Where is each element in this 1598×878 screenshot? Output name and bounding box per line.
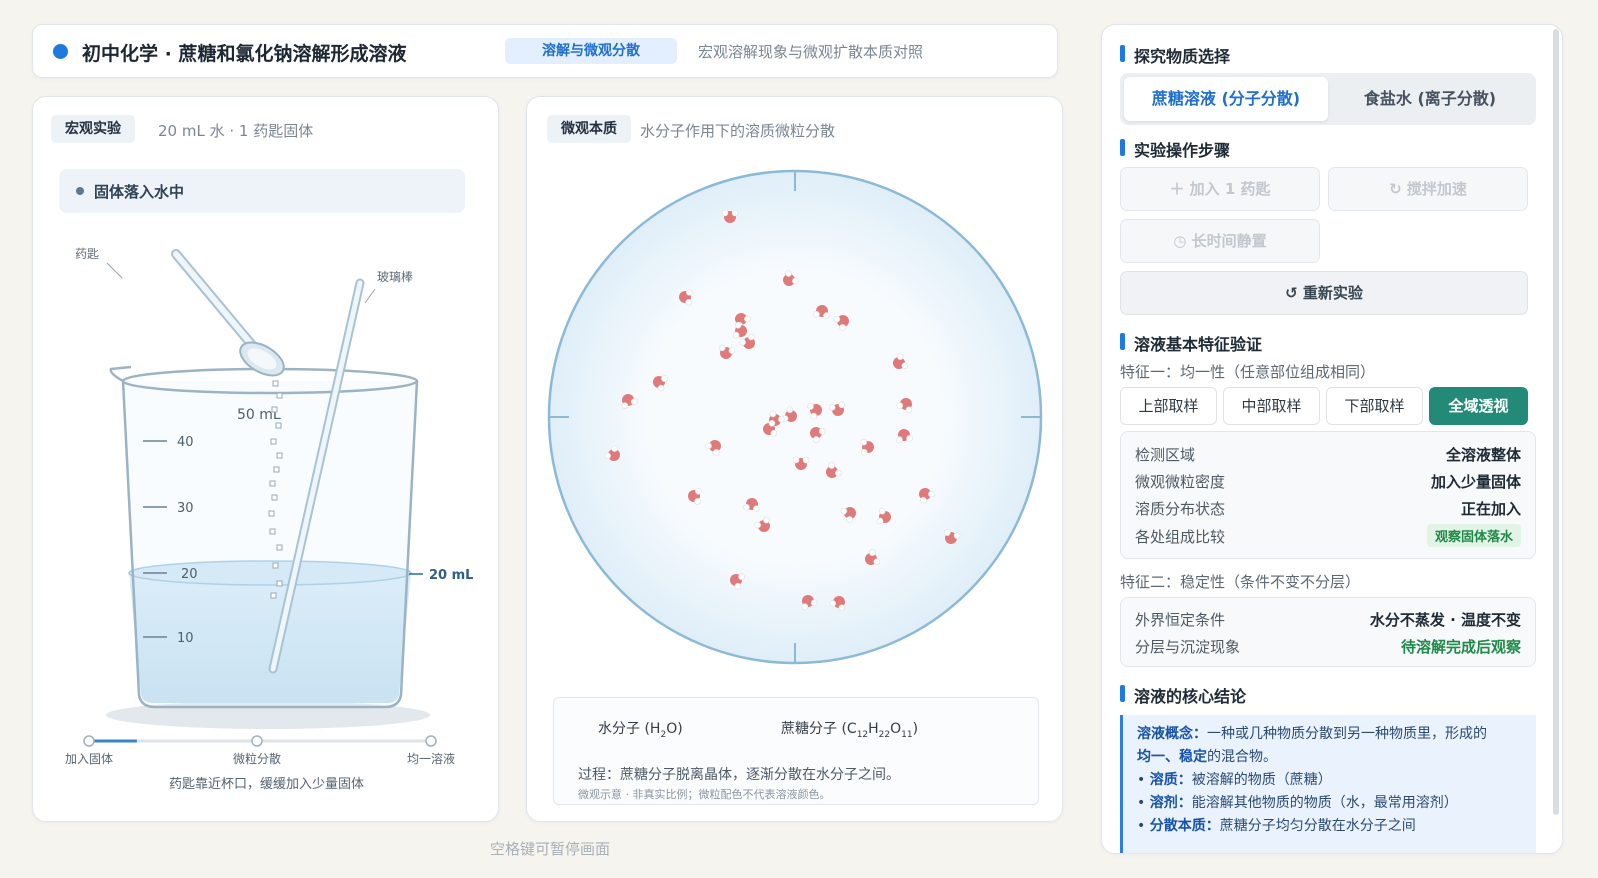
conclusion-concept: 溶液概念：一种或几种物质分散到另一种物质里，形成的 均一、稳定的混合物。 [1137, 726, 1487, 765]
mark-10: 10 [177, 631, 194, 646]
progress-step-1-dot [83, 735, 95, 747]
macro-hint: 药匙靠近杯口，缓缓加入少量固体 [168, 777, 364, 792]
spoon [171, 249, 285, 377]
macro-experiment-panel: 50 mL 40 30 20 10 20 mL 药匙 玻璃棒 加入固体 微粒分散… [32, 96, 499, 822]
conclusion-essence: • 分散本质：蔗糖分子均匀分散在水分子之间 [1137, 818, 1416, 834]
kv-row: 分层与沉淀现象 待溶解完成后观察 [1135, 638, 1521, 656]
kv-row: 溶质分布状态 正在加入 [1135, 500, 1521, 518]
topic-tag: 溶解与微观分散 [505, 38, 677, 64]
section-conclusion: 溶液的核心结论 [1120, 683, 1246, 707]
label-spoon: 药匙 [75, 247, 99, 261]
experiment-status: 固体落入水中 [59, 169, 465, 213]
rest-button[interactable]: ◷ 长时间静置 [1120, 219, 1320, 263]
macro-chip: 宏观实验 [51, 115, 135, 143]
disclaimer-text: 微观示意 · 非真实比例；微粒配色不代表溶液颜色。 [578, 788, 831, 801]
reset-icon: ↺ [1285, 284, 1303, 302]
label-rod: 玻璃棒 [377, 270, 413, 284]
mark-40: 40 [177, 435, 194, 450]
header-dot-icon [53, 44, 68, 59]
pause-hint: 空格键可暂停画面 [490, 840, 611, 858]
beaker-body [121, 380, 419, 709]
sample-top-button[interactable]: 上部取样 [1120, 387, 1217, 425]
reset-button[interactable]: ↺ 重新实验 [1120, 271, 1528, 315]
add-spoon-button[interactable]: ＋ 加入 1 药匙 [1120, 167, 1320, 211]
macro-note: 20 mL 水 · 1 药匙固体 [158, 122, 314, 140]
control-sidebar: 探究物质选择 蔗糖溶液 (分子分散) 食盐水 (离子分散) 实验操作步骤 ＋ 加… [1101, 24, 1563, 854]
progress-step-3-dot [425, 735, 437, 747]
section-features: 溶液基本特征验证 [1120, 331, 1262, 355]
progress-step-3: 均一溶液 [407, 751, 455, 766]
water-level-label: 20 mL [429, 568, 473, 583]
conclusion-box: 溶液概念：一种或几种物质分散到另一种物质里，形成的 均一、稳定的混合物。 • 溶质… [1120, 715, 1536, 853]
stir-button[interactable]: ↻ 搅拌加速 [1328, 167, 1528, 211]
section-steps: 实验操作步骤 [1120, 137, 1230, 161]
sample-middle-button[interactable]: 中部取样 [1223, 387, 1320, 425]
legend-water: 水分子 (H2O) [598, 721, 683, 740]
kv-row: 微观微粒密度 加入少量固体 [1135, 473, 1521, 491]
micro-chip: 微观本质 [547, 115, 631, 143]
mark-20: 20 [181, 567, 198, 582]
kv-row: 各处组成比较 观察固体落水 [1135, 524, 1521, 548]
legend-box: 水分子 (H2O) 蔗糖分子 (C12H22O11) 过程：蔗糖分子脱离晶体，逐… [553, 697, 1039, 805]
refresh-icon: ↻ [1389, 180, 1407, 198]
conclusion-solute: • 溶质：被溶解的物质（蔗糖） [1137, 772, 1332, 788]
micro-view-panel: 微观本质 水分子作用下的溶质微粒分散 水分子 (H2O) 蔗糖分子 (C12H2… [526, 96, 1063, 822]
kv-row: 检测区域 全溶液整体 [1135, 446, 1521, 464]
feature-1-label: 特征一：均一性（任意部位组成相同） [1120, 363, 1376, 381]
sidebar-scrollbar[interactable] [1553, 29, 1559, 815]
option-salt[interactable]: 食盐水 (离子分散) [1328, 77, 1532, 121]
homogeneity-table: 检测区域 全溶液整体 微观微粒密度 加入少量固体 溶质分布状态 正在加入 各处组成比较… [1120, 431, 1536, 559]
section-material: 探究物质选择 [1120, 43, 1230, 67]
kv-row: 外界恒定条件 水分不蒸发 · 温度不变 [1135, 611, 1521, 629]
option-sugar[interactable]: 蔗糖溶液 (分子分散) [1124, 77, 1328, 121]
progress-step-2: 微粒分散 [233, 751, 281, 766]
progress-step-2-dot [251, 735, 263, 747]
status-dot-icon [76, 187, 84, 195]
feature-2-label: 特征二：稳定性（条件不变不分层） [1120, 573, 1361, 591]
page-title: 初中化学 · 蔗糖和氯化钠溶解形成溶液 [82, 43, 407, 65]
sample-bottom-button[interactable]: 下部取样 [1326, 387, 1423, 425]
status-badge: 观察固体落水 [1426, 524, 1521, 547]
process-text: 过程：蔗糖分子脱离晶体，逐渐分散在水分子之间。 [578, 767, 900, 783]
stability-table: 外界恒定条件 水分不蒸发 · 温度不变 分层与沉淀现象 待溶解完成后观察 [1120, 597, 1536, 667]
conclusion-solvent: • 溶剂：能溶解其他物质的物质（水，最常用溶剂） [1137, 795, 1458, 811]
mark-30: 30 [177, 501, 194, 516]
plus-icon: ＋ [1169, 180, 1190, 198]
clock-icon: ◷ [1173, 232, 1192, 250]
material-selector: 蔗糖溶液 (分子分散) 食盐水 (离子分散) [1120, 73, 1536, 125]
page-subtitle: 宏观溶解现象与微观扩散本质对照 [698, 43, 924, 61]
legend-sugar: 蔗糖分子 (C12H22O11) [781, 721, 919, 740]
status-text: 固体落入水中 [94, 183, 185, 201]
micro-note: 水分子作用下的溶质微粒分散 [640, 122, 836, 140]
progress-step-1: 加入固体 [65, 752, 113, 766]
header-bar: 初中化学 · 蔗糖和氯化钠溶解形成溶液 溶解与微观分散 宏观溶解现象与微观扩散本… [32, 24, 1058, 78]
full-view-button[interactable]: 全域透视 [1429, 387, 1528, 425]
